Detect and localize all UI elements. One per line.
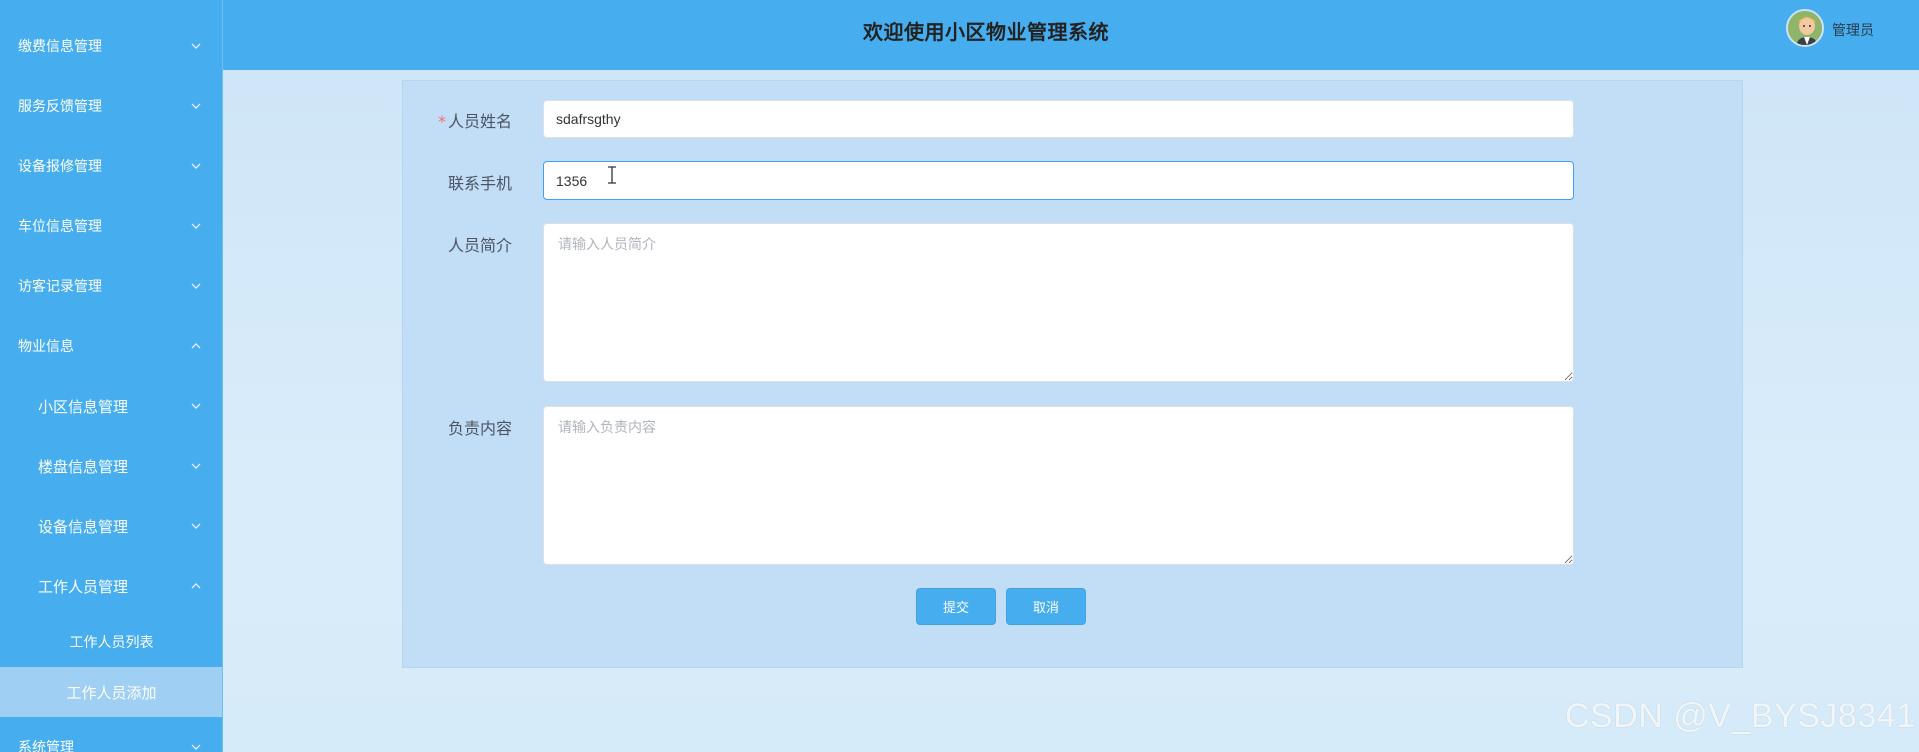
sidebar: 缴费信息管理 服务反馈管理 设备报修管理 车位信息管理 访客记录管理 物业信息 …	[0, 0, 223, 752]
chevron-down-icon	[191, 403, 201, 409]
chevron-up-icon	[191, 583, 201, 589]
sidebar-item-label: 车位信息管理	[18, 219, 102, 235]
avatar[interactable]	[1786, 9, 1824, 47]
chevron-down-icon	[191, 223, 201, 229]
sidebar-item-label: 工作人员管理	[38, 577, 129, 596]
sidebar-item-repair[interactable]: 设备报修管理	[0, 136, 222, 196]
sidebar-item-label: 设备报修管理	[18, 159, 102, 175]
chevron-down-icon	[191, 283, 201, 289]
sidebar-item-label: 访客记录管理	[18, 279, 102, 295]
name-input[interactable]	[543, 100, 1574, 138]
duty-label: 负责内容	[447, 419, 512, 438]
sidebar-item-payment[interactable]: 缴费信息管理	[0, 16, 222, 76]
sidebar-item-staff-add[interactable]: 工作人员添加	[0, 667, 222, 717]
text-cursor-icon	[608, 166, 616, 184]
sidebar-item-staff-list[interactable]: 工作人员列表	[0, 617, 222, 667]
sidebar-item-label: 工作人员列表	[69, 635, 154, 651]
submit-button[interactable]: 提交	[916, 588, 996, 625]
sidebar-item-parking[interactable]: 车位信息管理	[0, 196, 222, 256]
name-label-text: 人员姓名	[447, 112, 512, 131]
chevron-down-icon	[191, 523, 201, 529]
intro-textarea[interactable]	[543, 223, 1574, 382]
chevron-down-icon	[191, 43, 201, 49]
sidebar-item-label: 物业信息	[18, 339, 74, 355]
sidebar-item-label: 设备信息管理	[38, 517, 129, 536]
sidebar-item-equipment[interactable]: 设备信息管理	[0, 496, 222, 556]
required-mark: *	[437, 112, 446, 131]
sidebar-item-community[interactable]: 小区信息管理	[0, 376, 222, 436]
chevron-down-icon	[191, 103, 201, 109]
sidebar-item-buildings[interactable]: 楼盘信息管理	[0, 436, 222, 496]
sidebar-item-label: 工作人员添加	[66, 683, 157, 702]
sidebar-item-label: 缴费信息管理	[18, 39, 102, 55]
cancel-button[interactable]: 取消	[1006, 588, 1086, 625]
name-label: * 人员姓名	[402, 108, 512, 132]
chevron-down-icon	[191, 744, 201, 750]
sidebar-item-label: 小区信息管理	[38, 397, 129, 416]
sidebar-item-system[interactable]: 系统管理	[0, 717, 222, 752]
chevron-up-icon	[191, 343, 201, 349]
page-title: 欢迎使用小区物业管理系统	[863, 19, 1109, 44]
sidebar-item-staff[interactable]: 工作人员管理	[0, 556, 222, 616]
top-header: 欢迎使用小区物业管理系统	[223, 0, 1919, 70]
phone-input[interactable]	[543, 161, 1574, 200]
chevron-down-icon	[191, 463, 201, 469]
chevron-down-icon	[191, 163, 201, 169]
sidebar-item-label: 楼盘信息管理	[38, 457, 129, 476]
sidebar-item-feedback[interactable]: 服务反馈管理	[0, 76, 222, 136]
user-name[interactable]: 管理员	[1832, 20, 1874, 40]
sidebar-item-label: 服务反馈管理	[18, 99, 102, 115]
duty-textarea[interactable]	[543, 406, 1574, 565]
phone-label: 联系手机	[447, 174, 512, 193]
sidebar-item-property[interactable]: 物业信息	[0, 316, 222, 376]
watermark: CSDN @V_BYSJ8341	[1565, 697, 1916, 735]
sidebar-item-label: 系统管理	[18, 740, 74, 752]
intro-label: 人员简介	[447, 236, 512, 255]
sidebar-item-visitors[interactable]: 访客记录管理	[0, 256, 222, 316]
